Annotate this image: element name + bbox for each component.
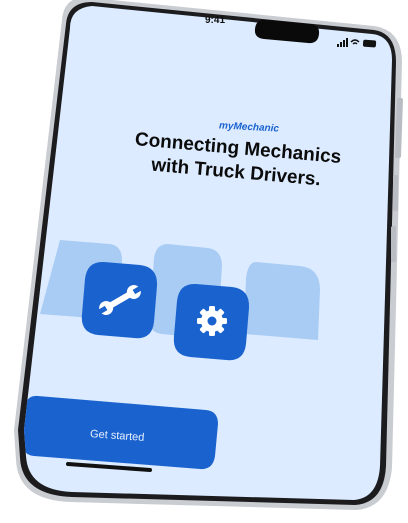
- wrench-tile[interactable]: [81, 261, 158, 339]
- gear-icon: [197, 306, 227, 336]
- battery-icon: [362, 39, 377, 48]
- phone-mockup: [14, 0, 403, 510]
- side-button: [393, 175, 398, 211]
- gear-tile[interactable]: [173, 283, 250, 361]
- side-button: [391, 226, 396, 262]
- status-time: 9:41: [205, 15, 226, 26]
- tile-bg-right: [244, 262, 320, 340]
